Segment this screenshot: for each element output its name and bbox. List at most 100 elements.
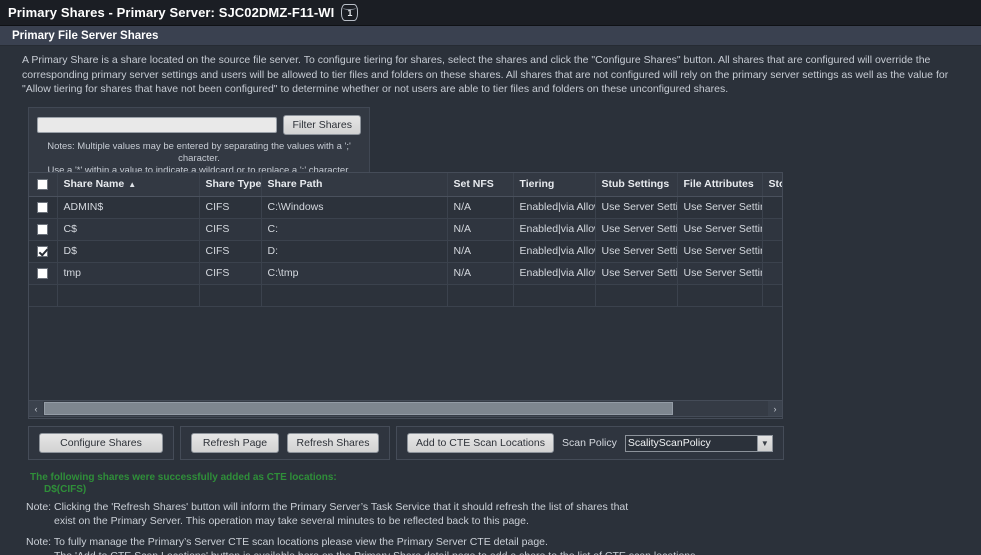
cell-file-attributes: Use Server Settings	[677, 196, 763, 219]
column-header-share-path[interactable]: Share Path	[261, 173, 448, 197]
sort-ascending-icon: ▲	[128, 180, 137, 190]
table-filler-cell	[447, 284, 514, 307]
add-to-cte-scan-locations-button[interactable]: Add to CTE Scan Locations	[407, 433, 554, 453]
footer-note-1-line-1: Note: Clicking the 'Refresh Shares' butt…	[26, 501, 629, 513]
shares-table-body: ADMIN$CIFSC:\WindowsN/AEnabled|via Allow…	[29, 196, 782, 307]
footer-note-2-line-2: The 'Add to CTE Scan Locations' button i…	[26, 549, 698, 555]
table-row[interactable]: ADMIN$CIFSC:\WindowsN/AEnabled|via Allow…	[29, 196, 782, 219]
row-select-cell[interactable]	[29, 262, 58, 285]
cell-storage	[762, 262, 782, 285]
cell-storage	[762, 218, 782, 241]
cell-set-nfs: N/A	[447, 262, 514, 285]
table-filler-cell	[595, 284, 678, 307]
scrollbar-track[interactable]	[44, 402, 767, 415]
table-filler-cell	[29, 284, 58, 307]
table-row[interactable]: D$CIFSD:N/AEnabled|via AllowedUse Server…	[29, 240, 782, 263]
row-select-cell[interactable]	[29, 218, 58, 241]
table-filler-cell	[762, 284, 782, 307]
panel-header: Primary File Server Shares	[0, 26, 981, 46]
shares-table-header-row: Share Name ▲ Share Type Share Path Set NF…	[29, 173, 782, 197]
scroll-left-arrow-icon[interactable]: ‹	[29, 401, 43, 416]
row-select-cell[interactable]	[29, 196, 58, 219]
title-bar: Primary Shares - Primary Server: SJC02DM…	[0, 0, 981, 26]
column-header-tiering[interactable]: Tiering	[513, 173, 596, 197]
configure-shares-button[interactable]: Configure Shares	[39, 433, 163, 453]
cell-share-type: CIFS	[199, 196, 262, 219]
select-all-header[interactable]	[29, 173, 58, 197]
scan-policy-select-wrap[interactable]: ScalityScanPolicy ▼	[624, 434, 773, 452]
page-root: Primary Shares - Primary Server: SJC02DM…	[0, 0, 981, 555]
database-icon: 1	[341, 4, 359, 21]
footer-note-1: Note: Clicking the 'Refresh Shares' butt…	[26, 500, 698, 528]
table-row[interactable]: tmpCIFSC:\tmpN/AEnabled|via AllowedUse S…	[29, 262, 782, 285]
action-button-bar: Configure Shares Refresh Page Refresh Sh…	[28, 426, 784, 460]
select-all-checkbox[interactable]	[37, 178, 49, 190]
column-header-share-type[interactable]: Share Type	[199, 173, 262, 197]
shares-table: Share Name ▲ Share Type Share Path Set NF…	[29, 173, 782, 307]
table-horizontal-scrollbar[interactable]: ‹ ›	[28, 400, 783, 417]
footer-note-2-line-1: Note: To fully manage the Primary’s Serv…	[26, 536, 548, 548]
cell-stub-settings: Use Server Settings	[595, 262, 678, 285]
column-header-stub-settings[interactable]: Stub Settings	[595, 173, 678, 197]
table-filler-cell	[261, 284, 448, 307]
column-header-set-nfs[interactable]: Set NFS	[447, 173, 514, 197]
cell-file-attributes: Use Server Settings	[677, 240, 763, 263]
table-filler-cell	[513, 284, 596, 307]
scan-policy-label: Scan Policy	[562, 437, 617, 449]
footer-note-1-line-2: exist on the Primary Server. This operat…	[54, 515, 529, 527]
table-filler-cell	[199, 284, 262, 307]
cell-share-path: C:\tmp	[261, 262, 448, 285]
refresh-group: Refresh Page Refresh Shares	[180, 426, 390, 460]
filter-note-line-1: Notes: Multiple values may be entered by…	[47, 140, 351, 164]
cell-share-path: C:	[261, 218, 448, 241]
scan-policy-select[interactable]: ScalityScanPolicy	[624, 434, 773, 452]
cell-share-name: C$	[57, 218, 200, 241]
row-select-checkbox[interactable]	[37, 201, 49, 213]
cell-file-attributes: Use Server Settings	[677, 262, 763, 285]
cell-share-path: D:	[261, 240, 448, 263]
database-badge-count: 1	[347, 7, 353, 18]
footer-note-2: Note: To fully manage the Primary’s Serv…	[26, 535, 698, 555]
cell-set-nfs: N/A	[447, 240, 514, 263]
share-filter-input[interactable]	[37, 116, 278, 133]
table-filler-row	[29, 284, 782, 307]
filter-row: Filter Shares	[37, 114, 361, 135]
cell-stub-settings: Use Server Settings	[595, 240, 678, 263]
column-header-file-attributes[interactable]: File Attributes	[677, 173, 763, 197]
cell-share-path: C:\Windows	[261, 196, 448, 219]
panel-header-label: Primary File Server Shares	[12, 29, 159, 42]
cell-tiering: Enabled|via Allowed	[513, 262, 596, 285]
cell-share-type: CIFS	[199, 240, 262, 263]
refresh-page-button[interactable]: Refresh Page	[191, 433, 279, 453]
column-label-share-name: Share Name	[63, 178, 125, 191]
row-select-cell[interactable]	[29, 240, 58, 263]
success-item: D$(CIFS)	[44, 484, 87, 495]
cell-set-nfs: N/A	[447, 196, 514, 219]
cell-storage	[762, 240, 782, 263]
cell-share-name: tmp	[57, 262, 200, 285]
cell-share-name: ADMIN$	[57, 196, 200, 219]
panel-description: A Primary Share is a share located on th…	[22, 54, 949, 95]
scrollbar-thumb[interactable]	[44, 402, 673, 415]
row-select-checkbox[interactable]	[37, 223, 49, 235]
cell-share-type: CIFS	[199, 262, 262, 285]
refresh-shares-button[interactable]: Refresh Shares	[287, 433, 379, 453]
cell-share-type: CIFS	[199, 218, 262, 241]
cell-stub-settings: Use Server Settings	[595, 196, 678, 219]
column-header-storage[interactable]: Stor	[762, 173, 782, 197]
table-row[interactable]: C$CIFSC:N/AEnabled|via AllowedUse Server…	[29, 218, 782, 241]
page-title: Primary Shares - Primary Server: SJC02DM…	[8, 5, 335, 20]
footer-notes: Note: Clicking the 'Refresh Shares' butt…	[26, 500, 698, 555]
column-header-share-name[interactable]: Share Name ▲	[57, 173, 200, 197]
cell-stub-settings: Use Server Settings	[595, 218, 678, 241]
cell-tiering: Enabled|via Allowed	[513, 196, 596, 219]
cell-file-attributes: Use Server Settings	[677, 218, 763, 241]
row-select-checkbox[interactable]	[37, 267, 49, 279]
scroll-right-arrow-icon[interactable]: ›	[768, 401, 782, 416]
filter-shares-button[interactable]: Filter Shares	[283, 114, 361, 135]
cell-storage	[762, 196, 782, 219]
row-select-checkbox[interactable]	[37, 245, 49, 257]
table-filler-cell	[57, 284, 200, 307]
configure-group: Configure Shares	[28, 426, 174, 460]
success-message: The following shares were successfully a…	[30, 472, 337, 496]
